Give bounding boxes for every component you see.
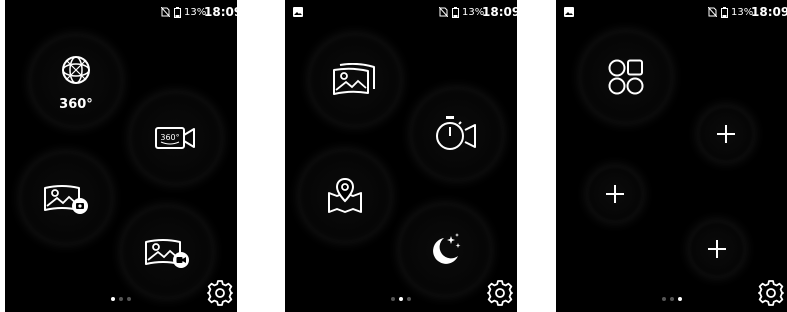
page-indicator <box>556 297 787 303</box>
moon-stars-icon <box>433 233 461 264</box>
svg-text:360°: 360° <box>160 133 179 142</box>
plus-icon <box>717 125 735 143</box>
gear-icon[interactable] <box>487 280 513 306</box>
plus-icon <box>708 240 726 258</box>
page-dot <box>111 297 115 301</box>
360-label: 360° <box>59 97 93 112</box>
map-pin-icon <box>328 177 362 213</box>
clock: 18:09 <box>482 5 517 19</box>
image-notification-icon <box>564 7 574 17</box>
no-sim-icon <box>161 7 170 17</box>
page-dot <box>399 297 403 301</box>
map-location-button[interactable] <box>299 150 391 242</box>
page-dot <box>119 297 123 301</box>
page-indicator <box>5 297 237 303</box>
no-sim-icon <box>439 7 448 17</box>
apps-grid-icon <box>608 59 644 95</box>
panorama-photo-button[interactable] <box>20 152 112 244</box>
panorama-video-icon <box>145 239 189 268</box>
status-bar: 13% 18:09 <box>285 0 517 24</box>
add-slot-button[interactable] <box>689 221 745 277</box>
screen-1: 13% 18:09 360° 360° <box>5 0 237 312</box>
page-dot <box>670 297 674 301</box>
page-dot <box>662 297 666 301</box>
stopwatch-video-icon <box>436 116 476 150</box>
status-bar: 13% 18:09 <box>556 0 787 24</box>
timelapse-video-button[interactable] <box>411 88 503 180</box>
image-notification-icon <box>293 7 303 17</box>
page-dot <box>407 297 411 301</box>
battery-icon <box>452 7 459 18</box>
add-slot-button[interactable] <box>587 166 643 222</box>
page-dot <box>678 297 682 301</box>
battery-icon <box>174 7 181 18</box>
gear-icon[interactable] <box>207 280 233 306</box>
panorama-gallery-button[interactable] <box>309 34 401 126</box>
gear-icon[interactable] <box>758 280 784 306</box>
battery-percent: 13% <box>462 7 485 18</box>
battery-icon <box>721 7 728 18</box>
screen-3: 13% 18:09 <box>556 0 787 312</box>
add-slot-button[interactable] <box>698 106 754 162</box>
screen-2: 13% 18:09 <box>285 0 517 312</box>
battery-percent: 13% <box>731 7 754 18</box>
status-bar: 13% 18:09 <box>5 0 237 24</box>
plus-icon <box>606 185 624 203</box>
page-dot <box>391 297 395 301</box>
360-video-camera-icon: 360° <box>155 127 195 149</box>
clock: 18:09 <box>204 5 237 19</box>
panorama-video-button[interactable] <box>121 206 213 298</box>
battery-percent: 13% <box>184 7 207 18</box>
360-photo-button[interactable]: 360° <box>30 35 122 127</box>
page-indicator <box>285 297 517 303</box>
360-video-button[interactable]: 360° <box>130 92 222 184</box>
page-dot <box>127 297 131 301</box>
panorama-camera-icon <box>44 185 88 214</box>
night-mode-button[interactable] <box>399 204 491 296</box>
clock: 18:09 <box>751 5 787 19</box>
panorama-gallery-icon <box>333 63 375 95</box>
no-sim-icon <box>708 7 717 17</box>
globe-360-icon <box>62 55 90 84</box>
apps-grid-button[interactable] <box>580 31 672 123</box>
